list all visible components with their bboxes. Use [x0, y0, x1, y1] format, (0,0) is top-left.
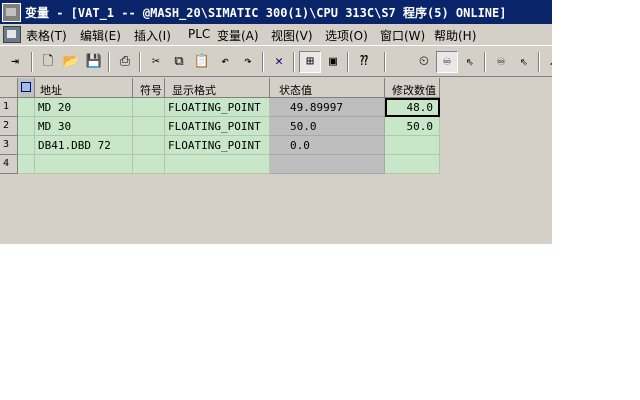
redo-icon[interactable]: ↷	[237, 51, 259, 73]
app-window: 变量 - [VAT_1 -- @MASH_20\SIMATIC 300(1)\C…	[0, 0, 552, 244]
row-number[interactable]: 1	[0, 98, 18, 117]
format-cell[interactable]	[165, 155, 270, 174]
menu-edit[interactable]: 编辑(E)	[80, 27, 121, 44]
header-status[interactable]: 状态值	[270, 78, 385, 98]
format-cell[interactable]: FLOATING_POINT	[165, 98, 270, 117]
modify-cell[interactable]: 48.0	[385, 98, 440, 117]
status-cell: 0.0	[270, 136, 385, 155]
status-cell: 50.0	[270, 117, 385, 136]
symbol-cell[interactable]	[133, 98, 165, 117]
toolbar-separator	[347, 52, 349, 72]
address-cell[interactable]: MD 30	[35, 117, 133, 136]
symbol-cell[interactable]	[133, 117, 165, 136]
toolbar-separator	[384, 52, 386, 72]
symbol-cell[interactable]	[133, 136, 165, 155]
row-marker[interactable]	[18, 117, 35, 136]
print-icon[interactable]: ⎙	[114, 51, 136, 73]
monitor-icon[interactable]: ⏲	[413, 51, 435, 73]
new-icon[interactable]: 🗋	[37, 51, 59, 73]
corner-header	[0, 78, 18, 98]
modify-once-icon[interactable]: ⇖	[513, 51, 535, 73]
status-cell: 49.89997	[270, 98, 385, 117]
header-symbol[interactable]: 符号	[133, 78, 165, 98]
toolbar: ⇥ 🗋 📂 💾 ⎙ ✂ ⧉ 📋 ↶ ↷ ✕ ⊞ ▣ ⁇ ⏲ ♾ ⇖ ♾ ⇖ ↗	[0, 45, 552, 77]
address-cell[interactable]: MD 20	[35, 98, 133, 117]
modify-cell[interactable]: 50.0	[385, 117, 440, 136]
format-cell[interactable]: FLOATING_POINT	[165, 117, 270, 136]
row-marker[interactable]	[18, 136, 35, 155]
undo-icon[interactable]: ↶	[214, 51, 236, 73]
status-cell	[270, 155, 385, 174]
help-icon[interactable]: ⁇	[353, 51, 375, 73]
menu-table[interactable]: 表格(T)	[26, 27, 67, 44]
window-title: 变量 - [VAT_1 -- @MASH_20\SIMATIC 300(1)\C…	[25, 6, 507, 20]
toolbar-separator	[262, 52, 264, 72]
row-marker[interactable]	[18, 155, 35, 174]
header-format[interactable]: 显示格式	[165, 78, 270, 98]
menu-insert[interactable]: 插入(I)	[134, 27, 171, 44]
network-icon[interactable]: ⊞	[299, 51, 321, 73]
modify-icon[interactable]: ⇖	[459, 51, 481, 73]
header-modify[interactable]: 修改数值	[385, 78, 440, 98]
toolbar-separator	[108, 52, 110, 72]
row-number[interactable]: 3	[0, 136, 18, 155]
toolbar-separator	[484, 52, 486, 72]
copy-icon[interactable]: ⧉	[168, 51, 190, 73]
menu-window[interactable]: 窗口(W)	[380, 27, 425, 44]
open-icon[interactable]: 📂	[60, 51, 82, 73]
modify-cell[interactable]	[385, 155, 440, 174]
more-icon[interactable]: ↗	[542, 51, 552, 73]
menu-bar: 表格(T) 编辑(E) 插入(I) PLC 变量(A) 视图(V) 选项(O) …	[0, 24, 552, 45]
toolbar-separator	[538, 52, 540, 72]
menu-view[interactable]: 视图(V)	[271, 27, 313, 44]
pin-icon[interactable]: ⇥	[4, 51, 26, 73]
title-bar: 变量 - [VAT_1 -- @MASH_20\SIMATIC 300(1)\C…	[0, 0, 552, 24]
toolbar-separator	[293, 52, 295, 72]
paste-icon[interactable]: 📋	[191, 51, 213, 73]
menu-help[interactable]: 帮助(H)	[434, 27, 476, 44]
save-icon[interactable]: 💾	[83, 51, 105, 73]
address-cell[interactable]: DB41.DBD 72	[35, 136, 133, 155]
monitor-once-icon[interactable]: ♾	[490, 51, 512, 73]
app-icon[interactable]	[2, 3, 21, 22]
header-address[interactable]: 地址	[35, 78, 133, 98]
menu-variable[interactable]: 变量(A)	[217, 27, 259, 44]
plc-icon[interactable]: ▣	[322, 51, 344, 73]
toolbar-separator	[31, 52, 33, 72]
menu-plc[interactable]: PLC	[188, 27, 210, 41]
modify-cell[interactable]	[385, 136, 440, 155]
row-marker[interactable]	[18, 98, 35, 117]
symbol-cell[interactable]	[133, 155, 165, 174]
row-number[interactable]: 4	[0, 155, 18, 174]
cut-icon[interactable]: ✂	[145, 51, 167, 73]
format-cell[interactable]: FLOATING_POINT	[165, 136, 270, 155]
document-icon[interactable]	[3, 26, 21, 43]
variable-table: 地址 符号 显示格式 状态值 修改数值 1 MD 20 FLOATING_POI…	[0, 78, 552, 244]
monitor-active-icon[interactable]: ♾	[436, 51, 458, 73]
address-cell[interactable]	[35, 155, 133, 174]
row-number[interactable]: 2	[0, 117, 18, 136]
menu-options[interactable]: 选项(O)	[325, 27, 368, 44]
delete-icon[interactable]: ✕	[268, 51, 290, 73]
table-header-icon	[18, 78, 35, 98]
toolbar-separator	[139, 52, 141, 72]
